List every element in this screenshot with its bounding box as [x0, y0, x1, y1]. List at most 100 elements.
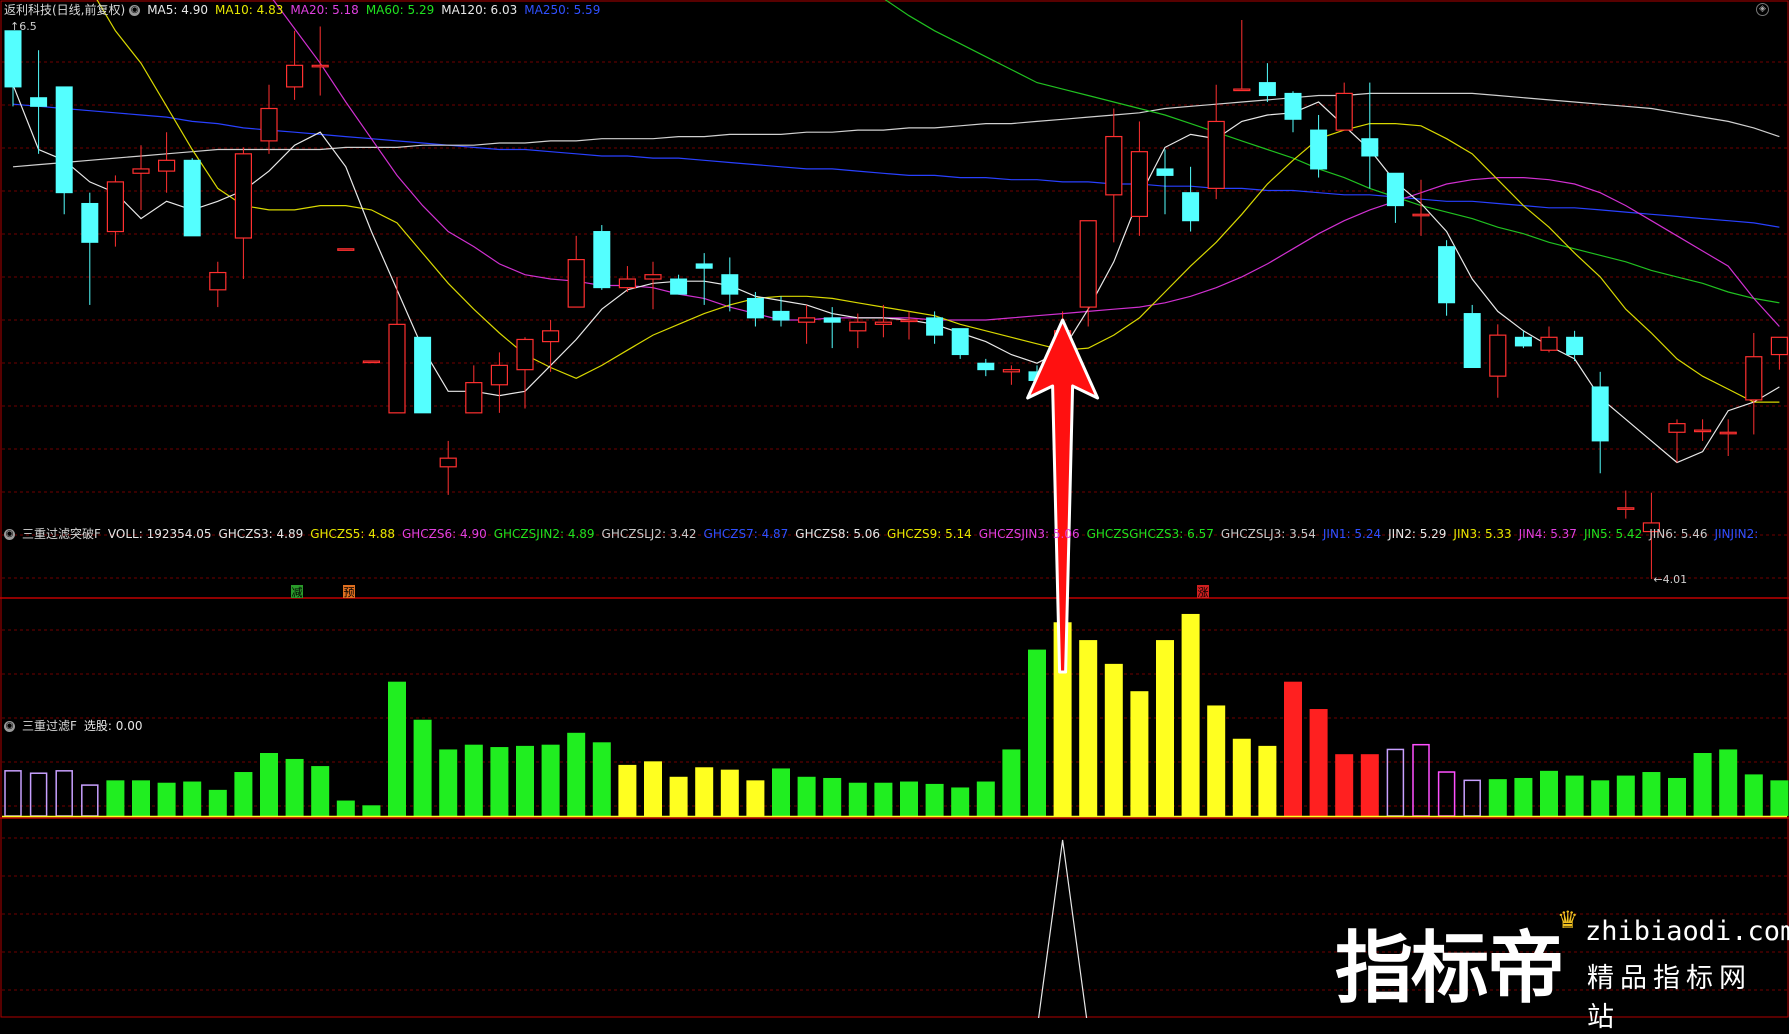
candle-body: [1566, 336, 1584, 356]
ma-legend-item: MA120: 6.03: [441, 3, 518, 17]
indicator1-header: ◉ 三重过滤突破F VOLL: 192354.05 GHCZS3: 4.89 GHCZS…: [4, 526, 1759, 542]
candle: [260, 84, 278, 154]
panel-options-icon[interactable]: ◈: [1756, 3, 1769, 16]
ma-legend-item: MA10: 4.83: [214, 3, 284, 17]
volume-bar: [1693, 753, 1712, 816]
volume-bar: [490, 747, 509, 816]
candle: [1719, 419, 1737, 457]
volume-bar-series: [2, 613, 1789, 818]
candle-body: [541, 330, 560, 343]
candle: [1540, 326, 1558, 353]
candle: [106, 175, 125, 247]
volume-bar: [746, 780, 765, 816]
volume-bar: [695, 767, 714, 816]
indicator1-legend: VOLL: 192354.05 GHCZS3: 4.89 GHCZS5: 4.88 G…: [108, 527, 1759, 541]
candle-body: [1207, 120, 1225, 189]
volume-bar: [183, 781, 202, 816]
candle-body: [1130, 151, 1149, 218]
candle-body: [1233, 88, 1251, 92]
indicator1-legend-item: GHCZS8: 5.06: [795, 527, 881, 541]
candle: [158, 132, 176, 193]
candlestick-series: [4, 20, 1789, 580]
candle-body: [772, 310, 790, 321]
volume-bar: [55, 770, 73, 817]
candle: [490, 352, 508, 413]
candle: [1284, 91, 1302, 133]
main-header: 返利科技(日线,前复权) ◉ MA5: 4.90 MA10: 4.83 MA20: 5.…: [4, 2, 1759, 18]
volume-bar: [516, 745, 534, 816]
volume-bar: [260, 753, 278, 816]
candle-body: [746, 297, 764, 319]
candle-body: [567, 258, 585, 308]
ma20-line: [272, 0, 1780, 327]
main-panel-grid: [0, 0, 1789, 1018]
candle-body: [670, 278, 688, 295]
settings-circle-icon[interactable]: ◉: [4, 529, 15, 540]
candle-body: [874, 321, 893, 325]
settings-circle-icon[interactable]: ◉: [129, 5, 141, 16]
candle: [1361, 82, 1379, 189]
volume-bar: [1335, 754, 1354, 816]
candle-body: [81, 202, 99, 243]
candle-body: [823, 317, 841, 323]
candle-body: [618, 278, 637, 289]
mark-zhang-text: 涨: [1198, 586, 1209, 599]
candle-body: [158, 159, 176, 172]
mark-yu-text: 预: [344, 586, 355, 599]
candle: [362, 360, 380, 364]
volume-bar: [848, 782, 867, 816]
candle-body: [183, 159, 201, 237]
indicator1-legend-item: GHCZS7: 4.87: [703, 527, 789, 541]
candle-body: [1668, 423, 1686, 433]
volume-bar: [1744, 774, 1763, 816]
ma120-line: [12, 92, 1780, 168]
indicator1-legend-item: VOLL: 192354.05: [107, 527, 212, 541]
candle: [1182, 166, 1200, 232]
candle: [30, 50, 48, 154]
indicator1-legend-item: GHCZSLJ3: 3.54: [1220, 527, 1316, 541]
indicator2-header: ◉ 三重过滤F 选股: 0.00: [4, 718, 1759, 734]
arrow-shape: [1026, 318, 1100, 674]
candle: [4, 30, 22, 107]
candle: [1745, 332, 1763, 435]
volume-bar: [388, 681, 406, 816]
indicator1-legend-item: JIN4: 5.37: [1518, 527, 1577, 541]
candle: [516, 337, 534, 409]
candle: [286, 30, 304, 100]
ma-legend-item: MA250: 5.59: [524, 3, 601, 17]
candle: [1335, 82, 1353, 131]
volume-bar: [362, 805, 381, 816]
candle-body: [30, 97, 48, 107]
volume-bar: [1514, 777, 1533, 816]
candle-body: [1693, 429, 1712, 433]
indicator2-legend: 选股: 0.00: [84, 719, 150, 733]
candle-body: [1335, 92, 1353, 131]
volume-bar: [874, 782, 893, 816]
volume-bar: [4, 770, 22, 817]
candle-body: [234, 153, 252, 239]
candle-body: [1079, 220, 1097, 308]
candle: [209, 261, 227, 308]
mark-zhang: 涨: [1197, 585, 1209, 599]
volume-bar: [1488, 779, 1507, 816]
volume-bar: [1642, 772, 1661, 816]
chart-canvas: ↑6.5 ←4.01 减 预 涨: [0, 0, 1789, 1018]
volume-bar: [669, 776, 688, 816]
settings-circle-icon[interactable]: ◉: [4, 721, 15, 732]
ma-legend-item: MA20: 5.18: [290, 3, 359, 17]
main-title: 返利科技(日线,前复权): [4, 3, 126, 17]
candle: [1105, 108, 1123, 243]
candle-body: [1412, 213, 1430, 217]
volume-bar: [1437, 771, 1456, 817]
candle: [414, 336, 432, 414]
candle-body: [260, 107, 278, 142]
volume-bar: [823, 777, 842, 816]
candle: [234, 147, 252, 280]
volume-bar: [311, 766, 330, 816]
candle: [55, 86, 73, 215]
volume-bar: [618, 764, 637, 816]
volume-bar: [1616, 775, 1635, 816]
candle-body: [1361, 138, 1379, 157]
candle: [900, 311, 918, 340]
volume-bar: [1104, 663, 1123, 816]
